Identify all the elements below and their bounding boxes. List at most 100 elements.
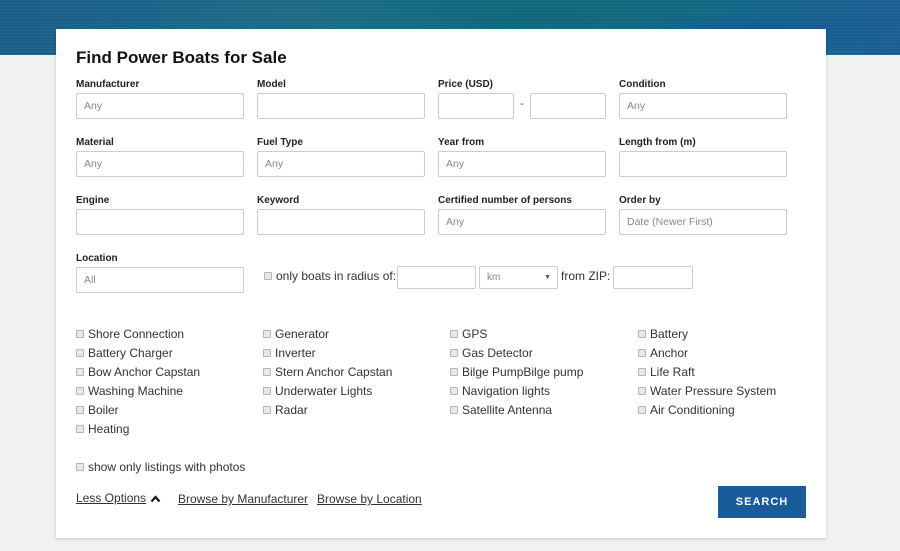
amenity-option[interactable]: Washing Machine [76, 384, 183, 398]
location-select[interactable]: All [76, 267, 244, 293]
amenity-checkbox[interactable] [76, 424, 84, 433]
model-input[interactable] [257, 93, 425, 119]
search-form-card: Find Power Boats for Sale Manufacturer A… [56, 29, 826, 538]
price-min-input[interactable] [438, 93, 514, 119]
amenity-checkbox[interactable] [263, 405, 271, 414]
amenity-option[interactable]: Satellite Antenna [450, 403, 552, 417]
amenity-label: GPS [462, 327, 488, 341]
amenity-label: Battery [650, 327, 689, 341]
dropdown-arrow-icon: ▼ [544, 274, 551, 281]
browse-by-manufacturer-link[interactable]: Browse by Manufacturer [178, 492, 308, 506]
condition-label: Condition [619, 79, 666, 90]
amenity-option[interactable]: Bow Anchor Capstan [76, 365, 200, 379]
radius-option[interactable]: only boats in radius of: [264, 269, 396, 283]
amenity-checkbox[interactable] [638, 348, 646, 357]
less-options-link[interactable]: Less Options [76, 491, 146, 505]
chevron-up-icon[interactable] [150, 495, 161, 503]
amenity-option[interactable]: Stern Anchor Capstan [263, 365, 392, 379]
amenity-checkbox[interactable] [638, 367, 646, 376]
amenity-option[interactable]: Generator [263, 327, 329, 341]
amenity-checkbox[interactable] [450, 329, 458, 338]
amenity-option[interactable]: Water Pressure System [638, 384, 776, 398]
radius-unit-select[interactable]: km ▼ [479, 266, 558, 289]
amenity-label: Battery Charger [88, 346, 173, 360]
amenity-option[interactable]: Boiler [76, 403, 119, 417]
radius-checkbox-label: only boats in radius of: [276, 269, 397, 283]
amenity-option[interactable]: Air Conditioning [638, 403, 735, 417]
amenity-label: Washing Machine [88, 384, 183, 398]
photos-only-checkbox[interactable] [76, 462, 84, 471]
amenity-option[interactable]: Shore Connection [76, 327, 184, 341]
engine-input[interactable] [76, 209, 244, 235]
price-separator: - [520, 98, 524, 110]
amenity-checkbox[interactable] [450, 367, 458, 376]
fuel-type-label: Fuel Type [257, 137, 303, 148]
amenity-label: Generator [275, 327, 330, 341]
amenity-label: Stern Anchor Capstan [275, 365, 393, 379]
amenity-option[interactable]: Gas Detector [450, 346, 533, 360]
amenity-checkbox[interactable] [638, 405, 646, 414]
amenity-checkbox[interactable] [638, 329, 646, 338]
amenity-checkbox[interactable] [263, 367, 271, 376]
amenity-option[interactable]: GPS [450, 327, 487, 341]
amenity-option[interactable]: Inverter [263, 346, 316, 360]
manufacturer-select[interactable]: Any [76, 93, 244, 119]
amenity-option[interactable]: Bilge PumpBilge pump [450, 365, 583, 379]
keyword-input[interactable] [257, 209, 425, 235]
length-from-label: Length from (m) [619, 137, 696, 148]
amenity-checkbox[interactable] [76, 329, 84, 338]
fuel-type-select[interactable]: Any [257, 151, 425, 177]
order-by-label: Order by [619, 195, 661, 206]
amenity-checkbox[interactable] [638, 386, 646, 395]
radius-unit-value: km [487, 272, 501, 283]
amenity-option[interactable]: Battery Charger [76, 346, 173, 360]
manufacturer-label: Manufacturer [76, 79, 140, 90]
photos-only-label: show only listings with photos [88, 460, 246, 474]
amenity-option[interactable]: Battery [638, 327, 688, 341]
price-max-input[interactable] [530, 93, 606, 119]
amenity-option[interactable]: Heating [76, 422, 129, 436]
amenity-checkbox[interactable] [76, 386, 84, 395]
page-title: Find Power Boats for Sale [76, 48, 287, 67]
amenity-checkbox[interactable] [76, 405, 84, 414]
amenity-checkbox[interactable] [76, 367, 84, 376]
material-select[interactable]: Any [76, 151, 244, 177]
condition-select[interactable]: Any [619, 93, 787, 119]
amenity-option[interactable]: Radar [263, 403, 308, 417]
year-from-label: Year from [438, 137, 485, 148]
amenity-checkbox[interactable] [263, 386, 271, 395]
year-from-select[interactable]: Any [438, 151, 606, 177]
amenity-checkbox[interactable] [450, 348, 458, 357]
amenity-label: Underwater Lights [275, 384, 373, 398]
amenity-label: Boiler [88, 403, 119, 417]
from-zip-label: from ZIP: [561, 269, 611, 283]
amenity-label: Gas Detector [462, 346, 533, 360]
amenity-option[interactable]: Anchor [638, 346, 688, 360]
length-from-input[interactable] [619, 151, 787, 177]
amenity-label: Navigation lights [462, 384, 551, 398]
amenity-checkbox[interactable] [263, 348, 271, 357]
amenity-option[interactable]: Navigation lights [450, 384, 550, 398]
order-by-select[interactable]: Date (Newer First) [619, 209, 787, 235]
certified-persons-select[interactable]: Any [438, 209, 606, 235]
keyword-label: Keyword [257, 195, 300, 206]
price-label: Price (USD) [438, 79, 494, 90]
amenity-option[interactable]: Life Raft [638, 365, 695, 379]
browse-by-location-link[interactable]: Browse by Location [317, 492, 422, 506]
amenity-checkbox[interactable] [76, 348, 84, 357]
amenity-label: Bow Anchor Capstan [88, 365, 201, 379]
model-label: Model [257, 79, 286, 90]
zip-input[interactable] [613, 266, 693, 289]
amenity-checkbox[interactable] [450, 405, 458, 414]
amenity-label: Radar [275, 403, 308, 417]
engine-label: Engine [76, 195, 110, 206]
radius-distance-input[interactable] [397, 266, 476, 289]
search-button[interactable]: SEARCH [718, 486, 806, 518]
radius-checkbox[interactable] [264, 271, 272, 280]
amenity-checkbox[interactable] [263, 329, 271, 338]
amenity-label: Satellite Antenna [462, 403, 553, 417]
amenity-option[interactable]: Underwater Lights [263, 384, 372, 398]
amenity-checkbox[interactable] [450, 386, 458, 395]
photos-only-option[interactable]: show only listings with photos [76, 460, 245, 474]
certified-persons-label: Certified number of persons [438, 195, 572, 206]
